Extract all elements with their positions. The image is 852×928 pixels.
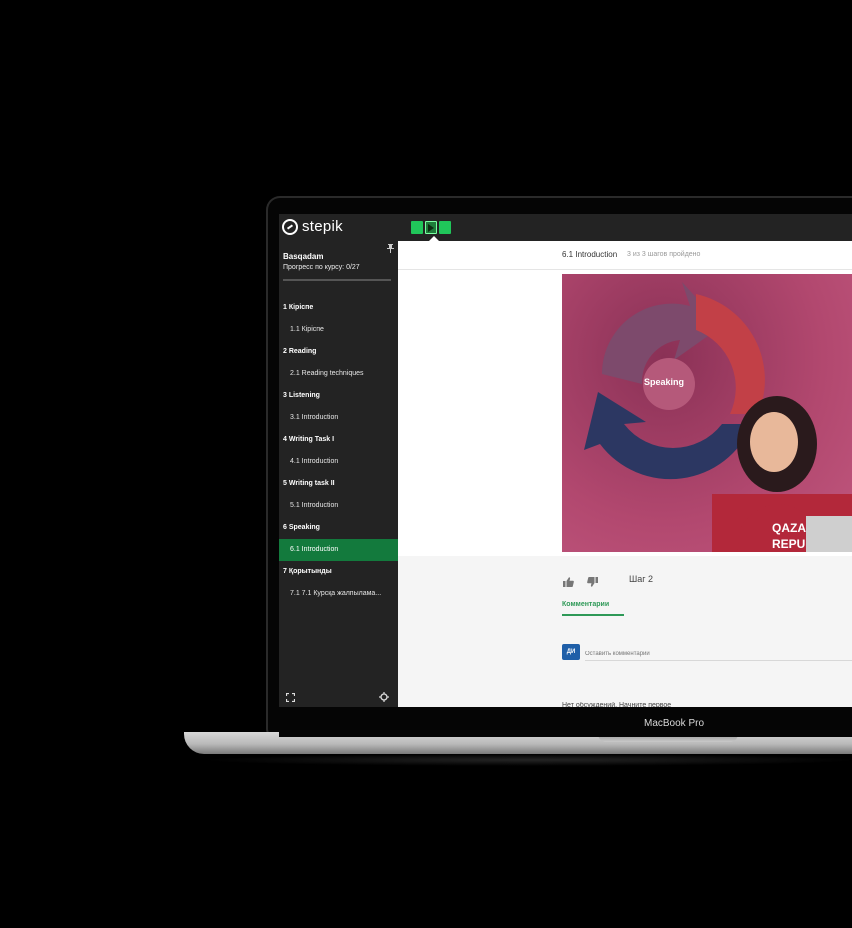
lesson-content: 6.1 Introduction 3 из 3 шагов пройдено S… [398,241,852,707]
video-shirt-text-2: REPU [772,537,806,551]
section-1[interactable]: 1 Кіріспе [279,297,398,319]
lesson-steps-progress: 3 из 3 шагов пройдено [627,251,701,258]
step-label: Шаг 2 [629,574,654,584]
stepik-logo-icon [282,218,298,235]
section-5[interactable]: 5 Writing task II [279,473,398,495]
video-step-icon [428,223,434,232]
lesson-1-1[interactable]: 1.1 Кіріспе [279,319,394,341]
lesson-6-1-active[interactable]: 6.1 Introduction [279,539,405,561]
thumbs-up-icon[interactable] [563,574,574,587]
laptop-shadow [200,754,852,766]
top-bar: stepik [279,214,852,241]
course-title[interactable]: Basqadam [283,252,323,261]
settings-gear-icon[interactable] [379,689,389,702]
thumbs-down-icon[interactable] [587,574,598,587]
section-2[interactable]: 2 Reading [279,341,398,363]
lesson-4-1[interactable]: 4.1 Introduction [279,451,394,473]
section-3[interactable]: 3 Listening [279,385,398,407]
lesson-title: 6.1 Introduction [562,250,618,259]
video-caption-speaking: Speaking [644,377,685,387]
step-footer: Шаг 2 Комментарии ДИ [398,556,852,707]
course-progress-bar [283,279,391,281]
laptop-chin [279,707,852,737]
lesson-7-1[interactable]: 7.1 7.1 Курсқа жалпылама... [279,583,394,605]
course-progress-text: Прогресс по курсу: 0/27 [283,264,360,271]
lesson-5-1[interactable]: 5.1 Introduction [279,495,394,517]
step-1-button[interactable] [411,221,423,234]
lesson-2-1[interactable]: 2.1 Reading techniques [279,363,394,385]
stepik-logo[interactable]: stepik [282,218,343,235]
logo-text: stepik [302,218,343,235]
pin-icon[interactable] [387,244,394,255]
table-of-contents: 1 Кіріспе 1.1 Кіріспе 2 Reading 2.1 Read… [279,297,405,605]
step-3-button[interactable] [439,221,451,234]
step-2-button[interactable] [425,221,437,234]
speaking-cycle-graphic [584,282,852,552]
comment-input[interactable] [585,648,852,661]
section-4[interactable]: 4 Writing Task I [279,429,398,451]
user-avatar: ДИ [562,644,580,660]
lesson-header: 6.1 Introduction 3 из 3 шагов пройдено [398,241,852,270]
laptop-screen: stepik Basqadam Прогресс по курсу: 0/27 … [279,214,852,707]
section-6[interactable]: 6 Speaking [279,517,398,539]
tab-comments[interactable]: Комментарии [562,601,624,616]
device-label: MacBook Pro [644,718,705,729]
video-player[interactable]: Speaking QAZA REPU [562,274,852,552]
fullscreen-icon[interactable] [285,689,296,703]
lesson-3-1[interactable]: 3.1 Introduction [279,407,394,429]
video-shirt-text-1: QAZA [772,521,806,535]
course-sidebar: Basqadam Прогресс по курсу: 0/27 1 Кіріс… [279,241,405,707]
no-discussions-text: Нет обсуждений. Начните первое [562,702,672,707]
section-7[interactable]: 7 Қорытынды [279,561,398,583]
step-navigation [411,221,451,234]
